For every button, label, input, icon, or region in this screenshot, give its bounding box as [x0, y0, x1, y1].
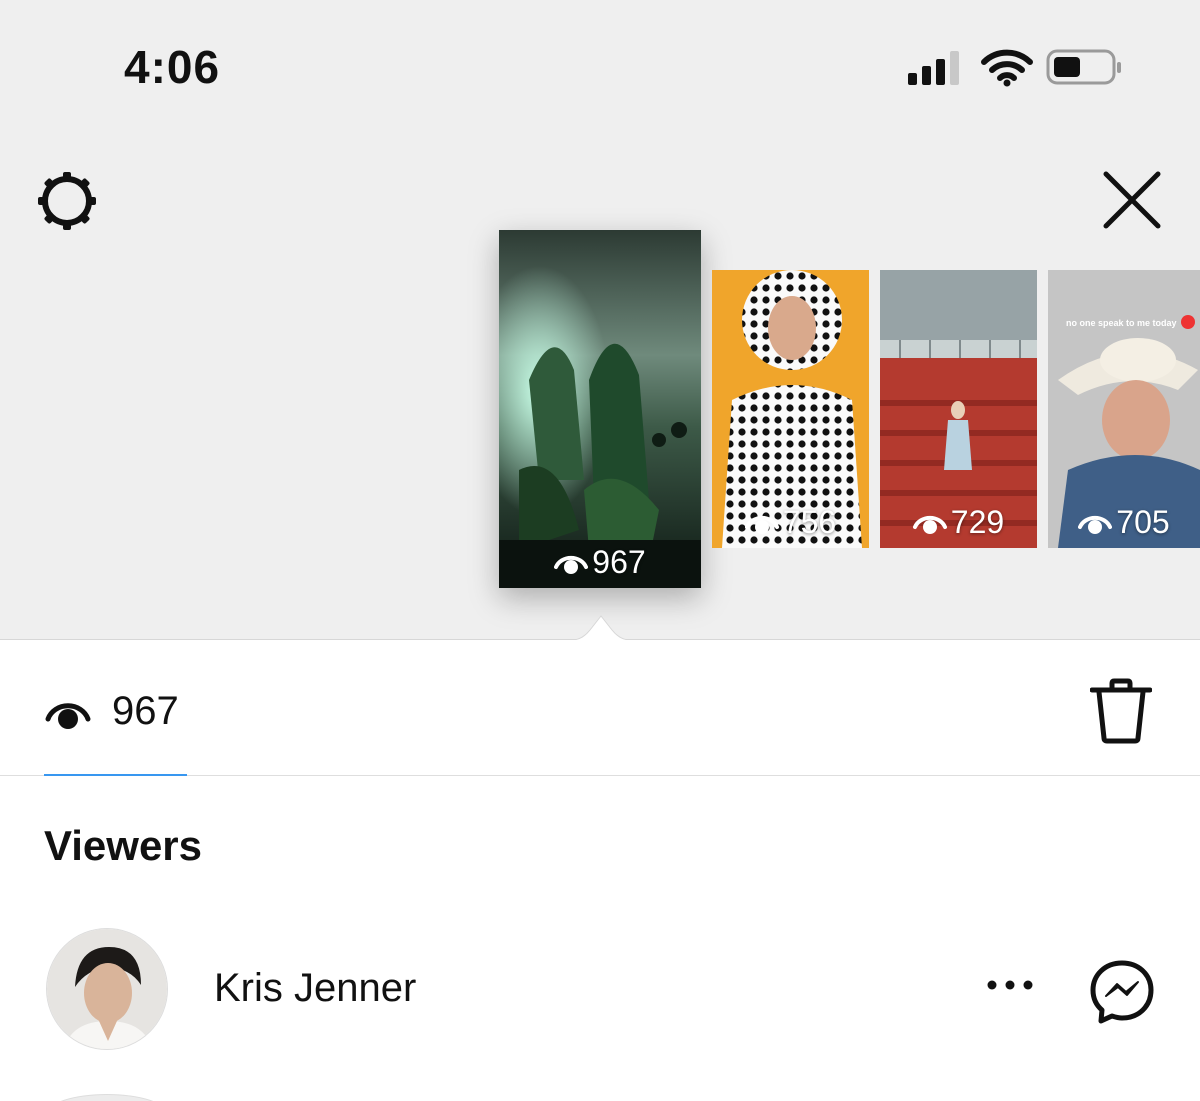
views-count[interactable]: 967	[112, 689, 179, 734]
story-views-overlay: 756	[712, 504, 869, 541]
story-caption: no one speak to me today	[1066, 318, 1177, 328]
viewer-row[interactable]: Kris Jenner	[0, 926, 1200, 1050]
story-views-overlay: 705	[1048, 504, 1200, 541]
viewer-name[interactable]: Kris Jenner	[214, 966, 416, 1011]
more-icon	[987, 980, 1033, 990]
story-views-count: 729	[950, 504, 1005, 540]
avatar[interactable]	[46, 928, 168, 1050]
battery-icon	[1046, 49, 1121, 85]
story-thumbnail-2[interactable]: 756	[712, 270, 869, 548]
views-bar: 967	[0, 640, 1200, 776]
story-views-count: 756	[782, 504, 837, 540]
eye-icon	[744, 515, 779, 534]
story-thumbnail-3[interactable]: 729	[880, 270, 1037, 548]
story-thumbnail-4[interactable]: no one speak to me today 705	[1048, 270, 1200, 548]
eye-icon	[45, 703, 91, 729]
viewers-title: Viewers	[44, 822, 203, 869]
gear-icon	[38, 172, 96, 230]
eye-icon	[912, 515, 947, 534]
concert-photo	[499, 230, 701, 588]
story-views-count: 967	[592, 544, 646, 580]
avatar[interactable]	[46, 1094, 168, 1101]
tab-underline	[44, 774, 187, 776]
status-icons	[906, 48, 1126, 88]
story-preview-area: 4:06 967 756 729 no one speak to me toda…	[0, 0, 1200, 640]
more-button[interactable]	[986, 978, 1034, 997]
eye-icon	[1078, 515, 1113, 534]
story-views-overlay: 729	[880, 504, 1037, 541]
selection-pointer	[562, 615, 640, 642]
story-views-overlay: 967	[499, 544, 701, 581]
close-icon	[1103, 171, 1161, 229]
story-views-count: 705	[1116, 504, 1170, 540]
signal-icon	[908, 51, 959, 85]
settings-button[interactable]	[34, 168, 100, 234]
status-time: 4:06	[124, 41, 221, 93]
message-button[interactable]	[1088, 958, 1156, 1026]
trash-icon	[1089, 678, 1153, 744]
avatar-photo	[47, 929, 167, 1049]
wifi-icon	[981, 49, 1033, 87]
delete-button[interactable]	[1089, 678, 1153, 744]
story-thumbnail-1[interactable]: 967	[499, 230, 701, 588]
messenger-icon	[1090, 960, 1154, 1024]
close-button[interactable]	[1102, 170, 1162, 230]
eye-icon	[554, 555, 589, 574]
